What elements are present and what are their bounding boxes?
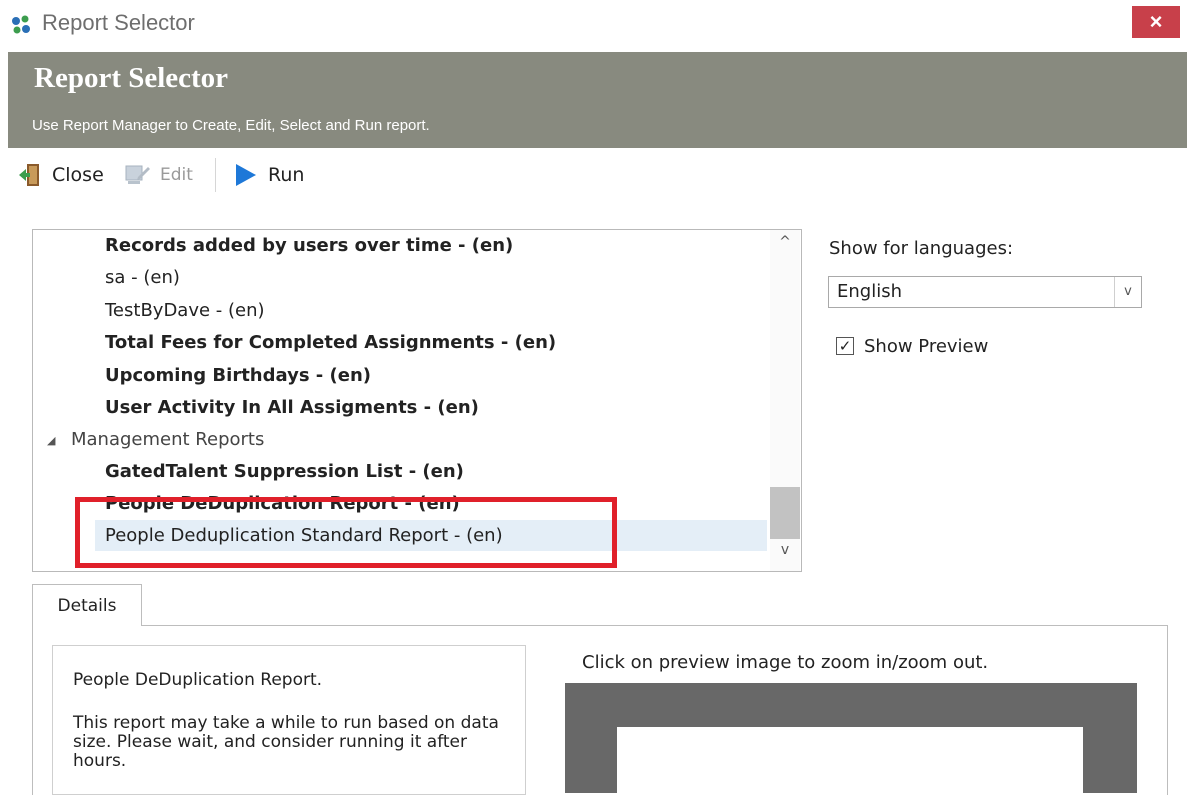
scroll-down-arrow-icon[interactable]: v (770, 542, 800, 566)
list-item[interactable]: Upcoming Birthdays - (en) (105, 360, 371, 391)
list-item[interactable]: GatedTalent Suppression List - (en) (105, 456, 464, 487)
language-select-value: English (837, 281, 902, 302)
list-item[interactable]: TestByDave - (en) (105, 295, 265, 326)
list-item[interactable]: Records added by users over time - (en) (105, 230, 513, 261)
run-button[interactable]: Run (234, 160, 304, 190)
close-button-label: Close (52, 164, 104, 186)
language-select[interactable]: English v (828, 276, 1142, 308)
toolbar-separator (215, 158, 216, 192)
report-description-title: People DeDuplication Report. (73, 670, 323, 690)
highlight-annotation (75, 497, 617, 568)
preview-image[interactable] (565, 683, 1137, 797)
toolbar: Close Edit Run (8, 150, 1187, 198)
edit-button[interactable]: Edit (124, 160, 193, 190)
show-preview-label[interactable]: Show Preview (864, 336, 988, 357)
preview-hint: Click on preview image to zoom in/zoom o… (582, 652, 989, 673)
banner-subtitle: Use Report Manager to Create, Edit, Sele… (32, 117, 430, 134)
list-item[interactable]: Total Fees for Completed Assignments - (… (105, 327, 556, 358)
show-preview-checkbox[interactable]: ✓ (836, 337, 854, 355)
tab-details[interactable]: Details (32, 584, 142, 626)
languages-label: Show for languages: (829, 238, 1014, 259)
play-icon (236, 164, 256, 186)
header-banner: Report Selector Use Report Manager to Cr… (8, 52, 1187, 148)
report-description-box: People DeDuplication Report. This report… (52, 645, 526, 795)
window-close-button[interactable]: × (1132, 6, 1180, 38)
exit-door-icon (19, 164, 39, 186)
banner-title: Report Selector (34, 62, 229, 94)
window-title-bar: Report Selector × (0, 0, 1187, 50)
close-button[interactable]: Close (18, 160, 104, 190)
list-item[interactable]: sa - (en) (105, 262, 180, 293)
report-description-text: This report may take a while to run base… (73, 713, 499, 771)
list-scrollbar[interactable]: ^ v (770, 230, 800, 571)
edit-button-label: Edit (160, 165, 193, 185)
scrollbar-thumb[interactable] (770, 487, 800, 539)
chevron-down-icon[interactable]: v (1114, 277, 1141, 307)
group-management-reports[interactable]: Management Reports (71, 424, 264, 455)
list-item[interactable]: User Activity In All Assigments - (en) (105, 392, 479, 423)
run-button-label: Run (268, 164, 305, 186)
collapse-triangle-icon[interactable]: ◢ (47, 434, 55, 447)
app-logo-icon (12, 15, 30, 34)
scroll-up-arrow-icon[interactable]: ^ (770, 234, 800, 258)
edit-icon (125, 165, 150, 184)
window-title: Report Selector (42, 10, 195, 35)
